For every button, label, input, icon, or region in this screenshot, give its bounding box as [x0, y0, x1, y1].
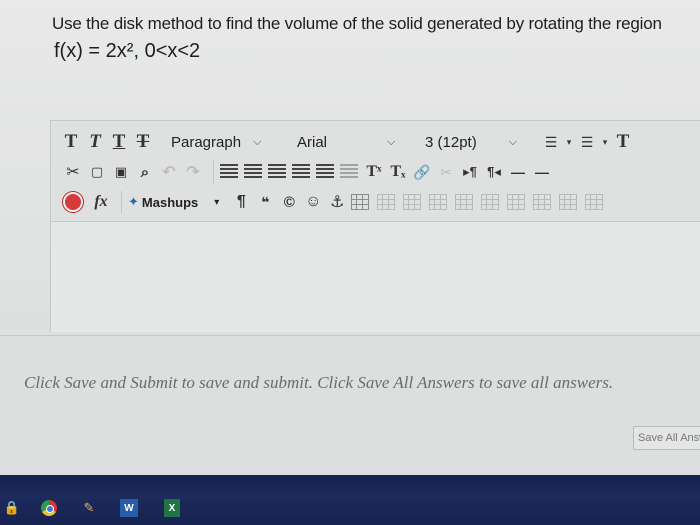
bold-button[interactable]: T	[61, 131, 81, 153]
paste-icon[interactable]: ▣	[111, 161, 131, 183]
table-merge-icon[interactable]	[455, 194, 474, 210]
toolbar-divider	[121, 191, 122, 213]
emoji-icon[interactable]: ☺	[303, 191, 323, 213]
table-cell-props-icon[interactable]	[585, 194, 604, 210]
word-icon[interactable]: W	[120, 499, 138, 517]
mashups-icon: ✦	[128, 194, 139, 209]
underline-button[interactable]: T	[109, 131, 129, 153]
record-icon[interactable]	[63, 192, 83, 212]
rtl-icon[interactable]: ¶◂	[484, 161, 504, 183]
lock-icon[interactable]: 🔒	[4, 497, 20, 519]
chevron-down-icon: ⌵	[253, 135, 262, 148]
chevron-down-icon: ▾	[214, 196, 220, 208]
question-block: Use the disk method to find the volume o…	[52, 14, 700, 63]
mashups-label: Mashups	[141, 194, 199, 210]
question-text: Use the disk method to find the volume o…	[52, 14, 662, 33]
table-properties-icon[interactable]	[533, 194, 552, 210]
text-editor: T T T T Paragraph ⌵ Arial ⌵ 3 (12pt) ⌵ ☰…	[50, 120, 700, 332]
align-justify-icon[interactable]	[292, 164, 310, 180]
taskbar	[0, 475, 700, 525]
indent-icon[interactable]	[316, 164, 334, 180]
paragraph-select-value: Paragraph	[171, 133, 242, 151]
table-row-props-icon[interactable]	[559, 194, 578, 210]
save-instructions: Click Save and Submit to save and submit…	[24, 373, 614, 392]
editor-content-area[interactable]	[51, 221, 700, 332]
toolbar-row-formatting: T T T T Paragraph ⌵ Arial ⌵ 3 (12pt) ⌵ ☰…	[51, 127, 700, 157]
copy-icon[interactable]: ▢	[87, 161, 107, 183]
paragraph-select[interactable]: Paragraph ⌵	[171, 130, 289, 154]
table-split-icon[interactable]	[481, 194, 500, 210]
table-row-icon[interactable]	[377, 194, 396, 210]
find-icon[interactable]: ⌕	[135, 161, 155, 183]
math-editor-button[interactable]: fx	[91, 191, 111, 213]
paragraph-mark-button[interactable]: ¶	[231, 191, 251, 213]
strikethrough-button[interactable]: T	[133, 131, 153, 153]
chevron-down-icon: ⌵	[508, 135, 518, 148]
submission-panel: Click Save and Submit to save and submit…	[0, 335, 700, 476]
pin-icon[interactable]: ✎	[82, 497, 96, 519]
ltr-icon[interactable]: ▸¶	[460, 161, 480, 183]
function-expression: f(x) = 2x², 0<x<2	[54, 40, 201, 62]
font-select-value: Arial	[297, 133, 328, 151]
numbered-list-icon[interactable]: ☰	[577, 131, 597, 153]
insert-table-icon[interactable]	[351, 194, 370, 210]
align-center-icon[interactable]	[244, 164, 262, 180]
table-cell-icon[interactable]	[429, 194, 448, 210]
quote-button[interactable]: ❝	[255, 191, 275, 213]
subscript-button[interactable]: Tₓ	[388, 161, 408, 183]
toolbar-row-edit: ✂ ▢ ▣ ⌕ ↶ ↷ Tˣ Tₓ 🔗 ✂ ▸¶ ¶◂ — —	[51, 157, 700, 187]
font-size-select-value: 3 (12pt)	[425, 133, 477, 151]
superscript-button[interactable]: Tˣ	[364, 161, 384, 183]
table-column-icon[interactable]	[403, 194, 422, 210]
chevron-down-icon[interactable]: ▾	[565, 131, 573, 153]
horizontal-rule-icon[interactable]: —	[508, 161, 528, 183]
unlink-icon[interactable]: ✂	[436, 161, 456, 183]
toolbar-row-insert: fx ✦ Mashups ▾ ¶ ❝ © ☺ ⚓	[51, 187, 700, 217]
redo-icon[interactable]: ↷	[183, 161, 203, 183]
link-icon[interactable]: 🔗	[412, 161, 432, 183]
chrome-icon[interactable]	[40, 497, 58, 519]
excel-icon[interactable]: X	[164, 499, 180, 517]
chevron-down-icon: ⌵	[387, 135, 396, 148]
italic-button[interactable]: T	[85, 131, 105, 153]
toolbar-divider	[213, 161, 214, 183]
mashups-select[interactable]: ✦ Mashups ▾	[128, 194, 219, 210]
outdent-icon[interactable]	[340, 164, 358, 180]
chevron-down-icon[interactable]: ▾	[601, 131, 609, 153]
bullet-list-icon[interactable]: ☰	[541, 131, 561, 153]
horizontal-rule-icon[interactable]: —	[532, 161, 552, 183]
undo-icon[interactable]: ↶	[159, 161, 179, 183]
cut-icon[interactable]: ✂	[63, 161, 83, 183]
align-left-icon[interactable]	[220, 164, 238, 180]
assessment-page: Use the disk method to find the volume o…	[0, 0, 700, 476]
copyright-button[interactable]: ©	[279, 191, 299, 213]
align-right-icon[interactable]	[268, 164, 286, 180]
text-color-icon[interactable]: T	[613, 131, 633, 153]
table-delete-icon[interactable]	[507, 194, 526, 210]
font-size-select[interactable]: 3 (12pt) ⌵	[425, 130, 533, 154]
anchor-icon[interactable]: ⚓	[327, 191, 347, 213]
save-all-answers-button[interactable]: Save All Answers	[633, 426, 700, 450]
font-select[interactable]: Arial ⌵	[297, 130, 417, 154]
